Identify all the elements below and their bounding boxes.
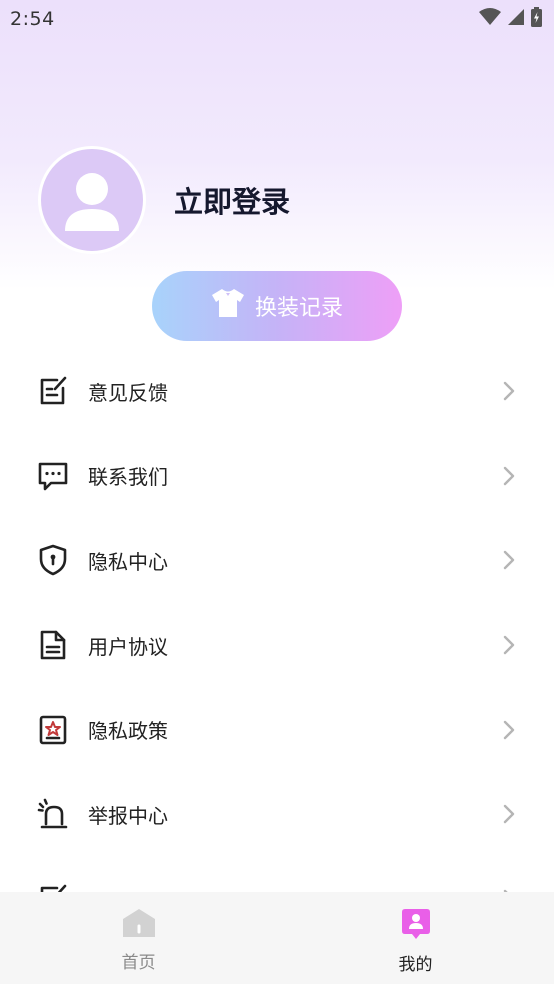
alarm-icon [36,797,70,831]
feedback-icon [36,374,70,408]
menu-item-privacy-center[interactable]: 隐私中心 [0,518,554,603]
menu-item-user-agreement[interactable]: 用户协议 [0,603,554,688]
menu-item-label: 举报中心 [88,803,168,828]
battery-icon [531,7,542,31]
menu-item-label: 联系我们 [88,465,168,490]
chevron-right-icon [500,382,518,401]
menu-item-label: 意见反馈 [88,380,168,405]
user-icon [65,173,119,231]
tab-home-label: 首页 [121,953,156,973]
menu-item-report-center[interactable]: 举报中心 [0,772,554,857]
status-time: 2:54 [10,8,55,30]
chat-icon [36,459,70,493]
menu-item-feedback[interactable]: 意见反馈 [0,349,554,434]
chevron-right-icon [500,551,518,570]
status-icons [479,7,542,31]
tab-home[interactable]: 首页 [0,892,277,984]
chevron-right-icon [500,635,518,655]
profile-section[interactable]: 立即登录 [38,146,290,254]
status-bar: 2:54 [0,0,554,38]
settings-menu: 意见反馈 联系我们 隐私中心 用户协议 隐私政策 举报中心 [0,349,554,941]
chevron-right-icon [500,720,518,739]
shield-icon [36,543,70,577]
chevron-right-icon [500,466,518,486]
menu-item-privacy-policy[interactable]: 隐私政策 [0,687,554,772]
signal-icon [507,8,525,30]
home-icon [122,908,156,942]
login-link[interactable]: 立即登录 [174,179,290,221]
bottom-tab-bar: 首页 我的 [0,892,554,984]
shirt-icon [211,288,245,324]
profile-icon [401,908,431,944]
outfit-record-button[interactable]: 换装记录 [152,271,402,341]
tab-mine-label: 我的 [398,955,433,975]
menu-item-label: 隐私政策 [88,719,168,744]
avatar[interactable] [38,146,146,254]
tab-mine[interactable]: 我的 [277,892,554,984]
outfit-record-label: 换装记录 [254,296,343,321]
menu-item-label: 用户协议 [88,634,168,659]
chevron-right-icon [500,805,518,824]
wifi-icon [479,8,501,30]
menu-item-label: 隐私中心 [88,549,168,574]
badge-icon [36,713,70,747]
document-icon [36,628,70,662]
menu-item-contact[interactable]: 联系我们 [0,434,554,519]
